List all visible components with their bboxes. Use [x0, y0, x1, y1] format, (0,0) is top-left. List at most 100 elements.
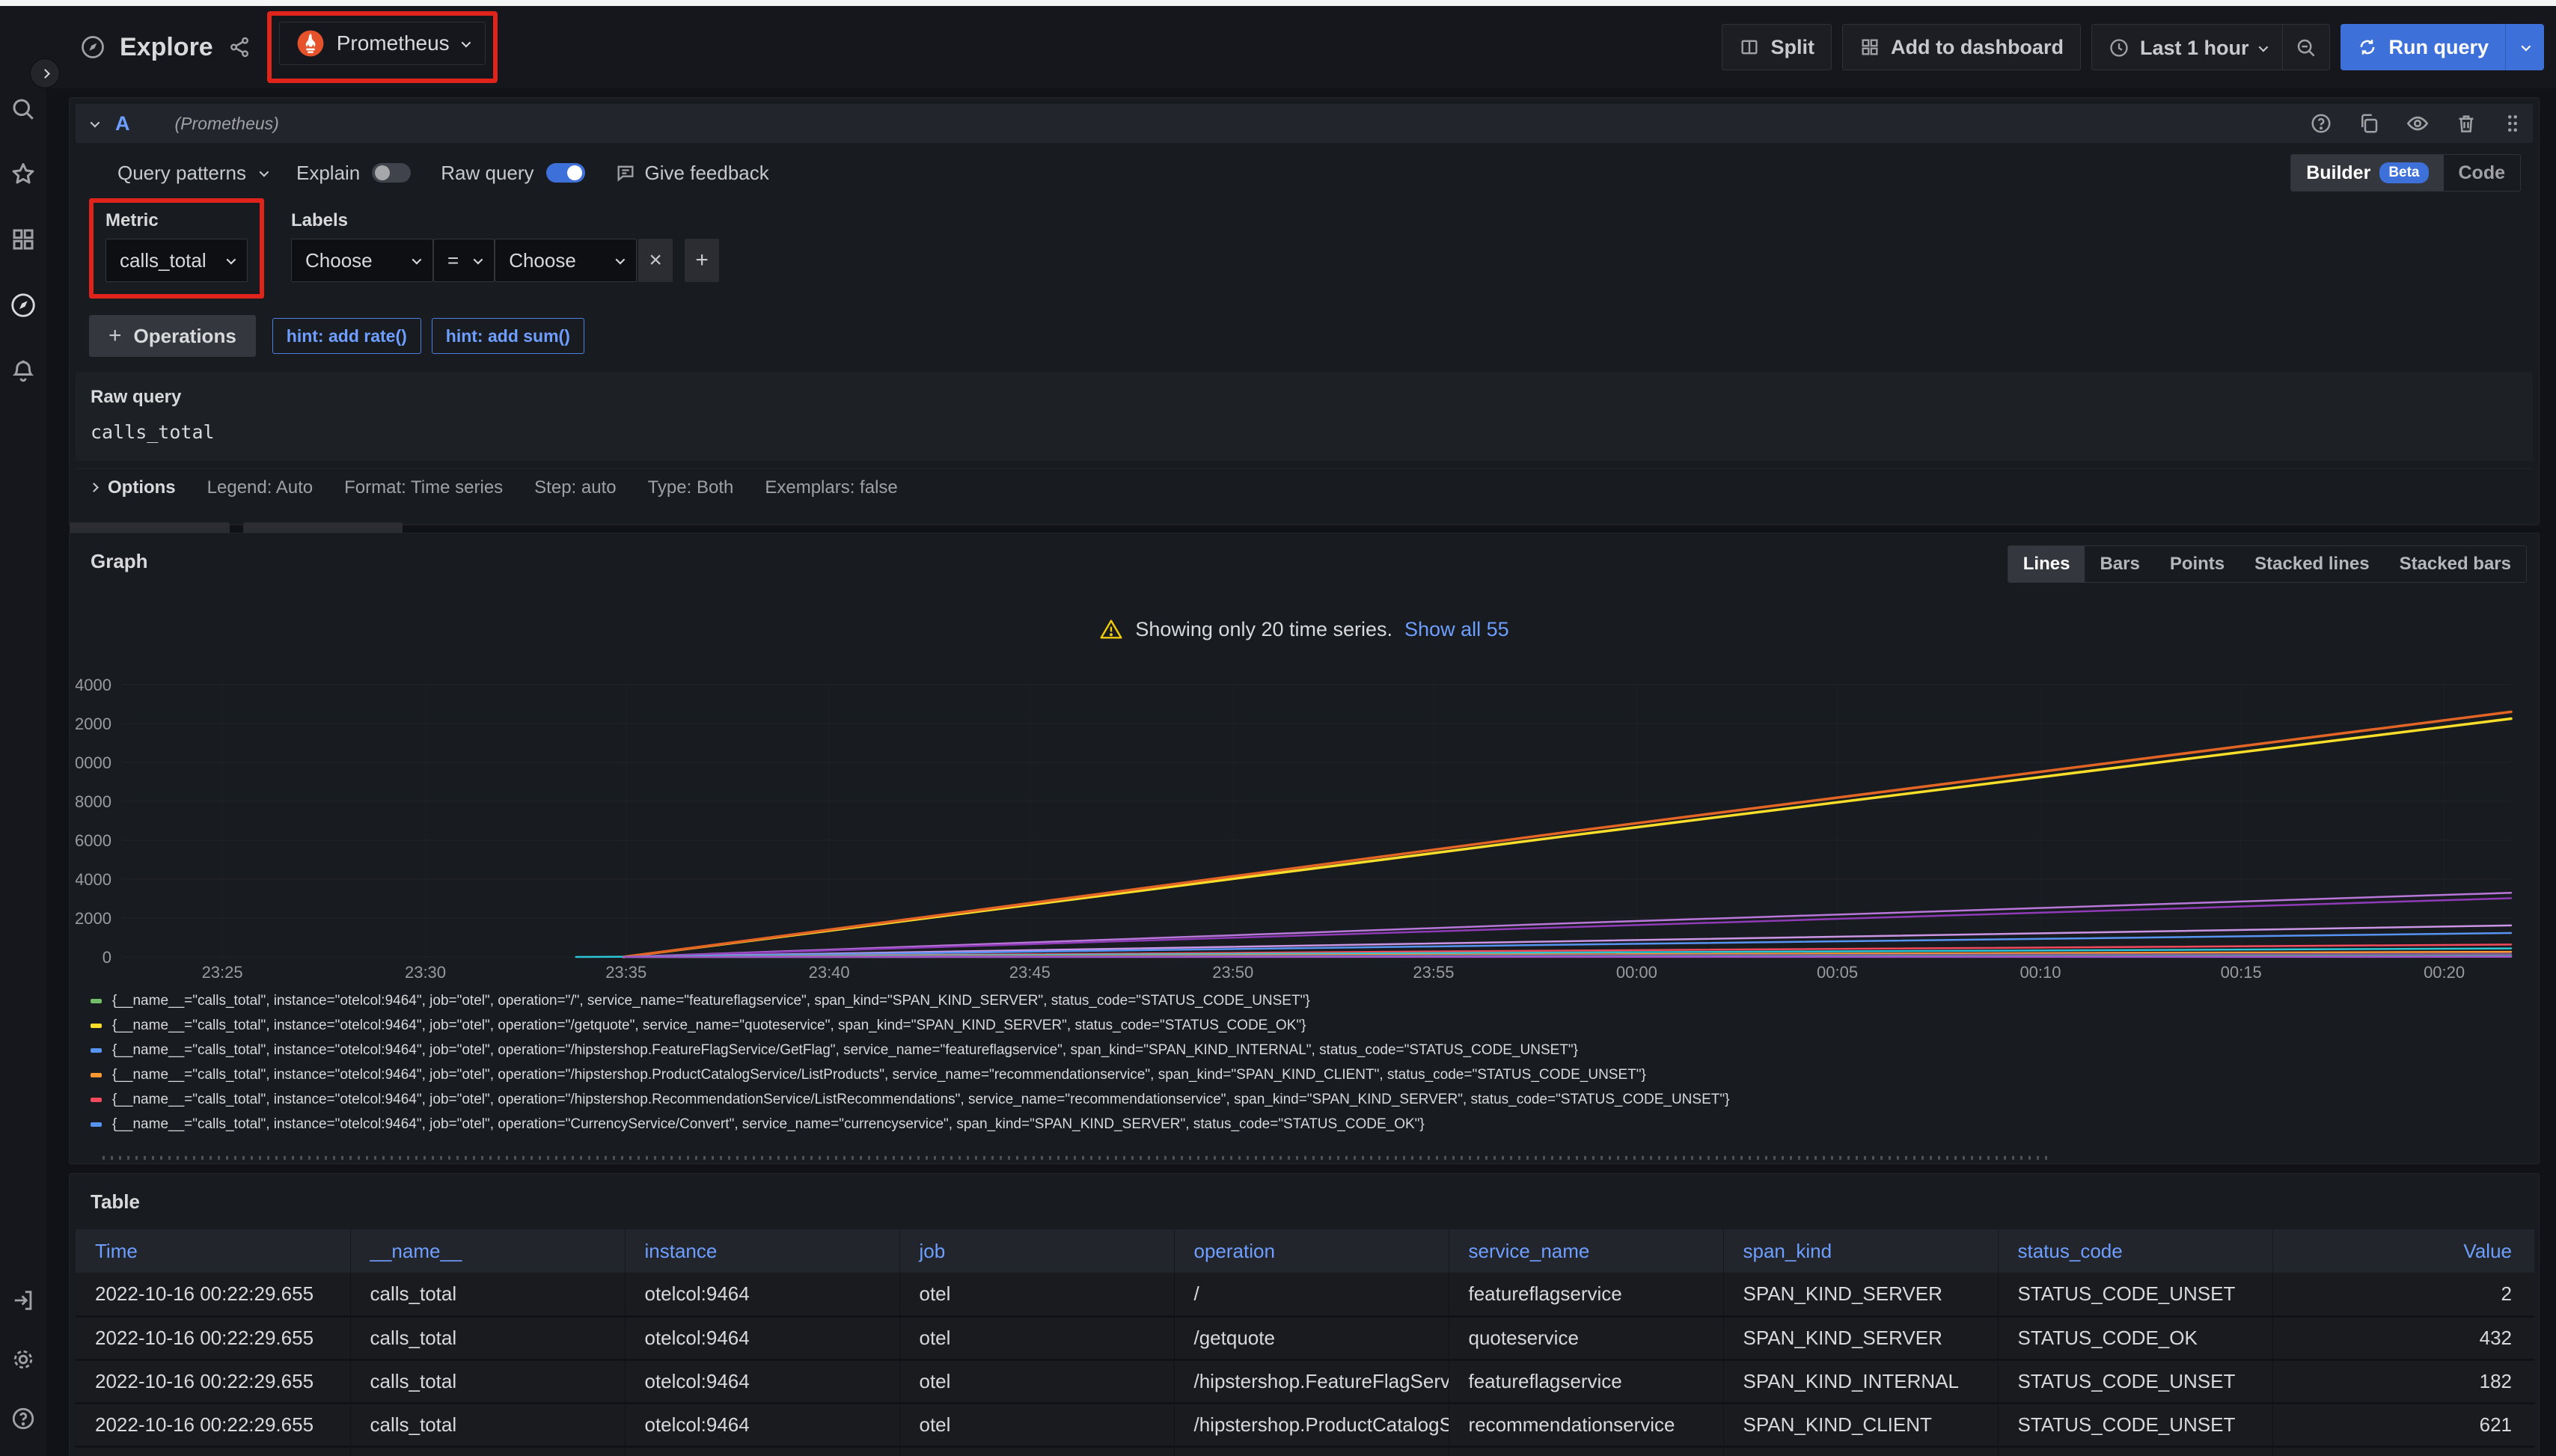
add-to-dashboard-button[interactable]: Add to dashboard	[1842, 24, 2081, 70]
zoom-out-button[interactable]	[2282, 25, 2329, 70]
svg-text:00:20: 00:20	[2424, 963, 2465, 981]
graph-mode-stacked-lines[interactable]: Stacked lines	[2239, 546, 2384, 582]
label-key-select[interactable]: Choose	[291, 239, 433, 282]
svg-text:23:35: 23:35	[605, 963, 646, 981]
hide-response-eye-icon[interactable]	[2406, 111, 2430, 135]
legend-item-2[interactable]: {__name__="calls_total", instance="otelc…	[91, 1038, 2531, 1062]
explain-toggle[interactable]	[372, 163, 411, 183]
sidebar-item-alerting[interactable]	[10, 358, 37, 387]
table-cell: 2022-10-16 00:22:29.655	[76, 1273, 350, 1316]
series-limit-warning: Showing only 20 time series. Show all 55	[70, 617, 2539, 641]
graph-mode-lines[interactable]: Lines	[2008, 546, 2085, 582]
option-summary-item-1: Format: Time series	[344, 477, 503, 498]
collapse-query-icon[interactable]	[91, 117, 100, 127]
show-all-series-link[interactable]: Show all 55	[1404, 618, 1509, 641]
table-cell: STATUS_CODE_OK	[1998, 1316, 2272, 1359]
query-hint-button-0[interactable]: hint: add rate()	[272, 318, 421, 354]
table-cell: /	[1174, 1273, 1449, 1316]
label-value-select[interactable]: Choose	[495, 239, 637, 282]
split-button[interactable]: Split	[1722, 24, 1832, 70]
table-header-job[interactable]: job	[899, 1229, 1174, 1273]
time-range-picker[interactable]: Last 1 hour	[2092, 25, 2283, 70]
time-series-chart[interactable]: 0200040006000800010000120001400023:2523:…	[76, 674, 2531, 981]
remove-label-button[interactable]: ×	[638, 239, 673, 282]
raw-query-toggle[interactable]	[546, 163, 585, 183]
run-query-dropdown[interactable]	[2505, 24, 2544, 70]
svg-text:23:30: 23:30	[405, 963, 446, 981]
svg-text:6000: 6000	[76, 831, 111, 850]
drag-handle-icon[interactable]	[2503, 112, 2522, 135]
table-cell: otel	[899, 1316, 1174, 1359]
grafana-explore-page: Explore Prometheus Split	[0, 0, 2556, 1456]
legend-swatch	[91, 1024, 102, 1028]
table-header-servicename[interactable]: service_name	[1449, 1229, 1723, 1273]
table-cell: calls_total	[350, 1273, 625, 1316]
sidebar-expand-button[interactable]	[30, 58, 60, 88]
table-cell: otelcol:9464	[625, 1273, 899, 1316]
remove-query-trash-icon[interactable]	[2455, 112, 2477, 135]
add-label-button[interactable]: +	[685, 239, 719, 282]
table-header-time[interactable]: Time	[76, 1229, 350, 1273]
graph-mode-stacked-bars[interactable]: Stacked bars	[2385, 546, 2526, 582]
legend-item-1[interactable]: {__name__="calls_total", instance="otelc…	[91, 1013, 2531, 1038]
sidebar-item-settings-gear-icon[interactable]	[10, 1347, 36, 1374]
legend-label: {__name__="calls_total", instance="otelc…	[112, 1067, 1646, 1083]
legend-item-3[interactable]: {__name__="calls_total", instance="otelc…	[91, 1062, 2531, 1087]
zoom-out-icon	[2295, 37, 2317, 59]
table-row-4: 2022-10-16 00:22:29.655calls_totalotelco…	[76, 1446, 2534, 1456]
give-feedback-button[interactable]: Give feedback	[615, 162, 769, 185]
table-cell: STATUS_CODE_UNSET	[1998, 1446, 2272, 1456]
run-query-button[interactable]: Run query	[2341, 24, 2505, 70]
query-hints: hint: add rate() hint: add sum()	[272, 318, 595, 354]
query-datasource-hint: (Prometheus)	[175, 114, 279, 134]
table-header-spankind[interactable]: span_kind	[1723, 1229, 1998, 1273]
sidebar-item-dashboards[interactable]	[10, 226, 37, 255]
table-cell: calls_total	[350, 1359, 625, 1403]
graph-mode-bars[interactable]: Bars	[2085, 546, 2154, 582]
share-icon[interactable]	[228, 36, 251, 58]
table-header-operation[interactable]: operation	[1174, 1229, 1449, 1273]
operations-button[interactable]: + Operations	[89, 315, 256, 357]
query-options-row[interactable]: Options Legend: AutoFormat: Time seriesS…	[76, 468, 2533, 506]
chevron-down-icon	[474, 254, 483, 264]
code-mode-button[interactable]: Code	[2444, 155, 2521, 191]
query-patterns-dropdown[interactable]: Query patterns	[117, 162, 266, 185]
table-cell: calls_total	[350, 1316, 625, 1359]
legend-swatch	[91, 1048, 102, 1053]
query-help-icon[interactable]	[2310, 112, 2332, 135]
sidebar-item-help-icon[interactable]	[10, 1406, 36, 1434]
table-header-statuscode[interactable]: status_code	[1998, 1229, 2272, 1273]
table-cell: otelcol:9464	[625, 1316, 899, 1359]
query-hint-button-1[interactable]: hint: add sum()	[432, 318, 584, 354]
app-header: Explore Prometheus Split	[0, 6, 2556, 88]
table-header-value[interactable]: Value	[2272, 1229, 2534, 1273]
builder-mode-button[interactable]: Builder Beta	[2291, 155, 2443, 191]
svg-text:00:15: 00:15	[2221, 963, 2262, 981]
annotation-box-datasource: Prometheus	[267, 11, 498, 83]
table-cell: /getquote	[1174, 1316, 1449, 1359]
metric-select[interactable]: calls_total	[106, 239, 248, 282]
legend-item-4[interactable]: {__name__="calls_total", instance="otelc…	[91, 1087, 2531, 1112]
table-cell: STATUS_CODE_UNSET	[1998, 1359, 2272, 1403]
explain-toggle-wrap: Explain	[296, 162, 411, 185]
table-header-instance[interactable]: instance	[625, 1229, 899, 1273]
svg-text:8000: 8000	[76, 792, 111, 811]
query-ref-id: A	[115, 112, 130, 135]
label-operator-select[interactable]: =	[433, 239, 495, 282]
duplicate-query-icon[interactable]	[2358, 112, 2380, 135]
sidebar-item-starred[interactable]	[10, 161, 37, 190]
table-header-name[interactable]: __name__	[350, 1229, 625, 1273]
sidebar-item-search[interactable]	[10, 96, 37, 125]
sidebar-item-explore[interactable]	[9, 291, 37, 322]
legend-item-0[interactable]: {__name__="calls_total", instance="otelc…	[91, 988, 2531, 1013]
table-cell: 2022-10-16 00:22:29.655	[76, 1359, 350, 1403]
legend-label: {__name__="calls_total", instance="otelc…	[112, 1042, 1578, 1059]
table-cell: SPAN_KIND_SERVER	[1723, 1273, 1998, 1316]
options-summary: Legend: AutoFormat: Time seriesStep: aut…	[207, 477, 898, 498]
datasource-picker[interactable]: Prometheus	[279, 22, 486, 65]
query-row-header[interactable]: A (Prometheus)	[76, 104, 2533, 143]
svg-text:23:45: 23:45	[1009, 963, 1051, 981]
sidebar-item-sign-in[interactable]	[10, 1288, 36, 1315]
legend-item-5[interactable]: {__name__="calls_total", instance="otelc…	[91, 1112, 2531, 1137]
graph-mode-points[interactable]: Points	[2155, 546, 2239, 582]
